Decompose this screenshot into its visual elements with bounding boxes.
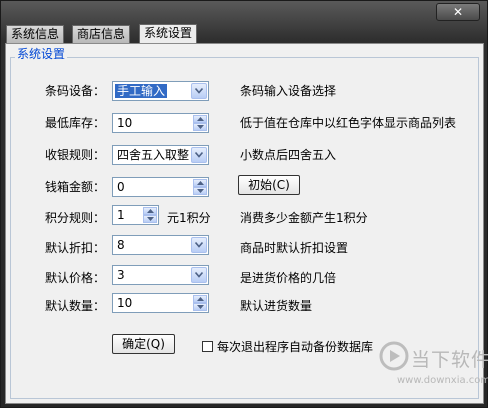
- barcode-device-value: 手工输入: [115, 84, 168, 98]
- price-multiplier-select[interactable]: 3: [112, 265, 209, 285]
- init-cash-button[interactable]: 初始(C): [238, 175, 300, 195]
- ok-button[interactable]: 确定(Q): [112, 334, 175, 354]
- tab-label: 商店信息: [77, 27, 126, 41]
- tab-store-info[interactable]: 商店信息: [72, 25, 131, 43]
- chevron-down-icon[interactable]: [191, 83, 207, 99]
- rounding-hint: 小数点后四舍五入: [240, 148, 337, 162]
- tab-system-settings[interactable]: 系统设置: [139, 24, 198, 44]
- barcode-device-select[interactable]: 手工输入: [112, 81, 209, 101]
- watermark-url: www.downxia.com: [397, 375, 488, 386]
- tab-label: 系统信息: [11, 27, 60, 41]
- chevron-down-icon[interactable]: [191, 237, 207, 253]
- tab-system-info[interactable]: 系统信息: [6, 25, 65, 43]
- points-value: 1: [117, 208, 125, 222]
- stepper-down-icon[interactable]: [143, 215, 157, 223]
- watermark-text: 当下软件园: [411, 349, 488, 371]
- discount-select[interactable]: 8: [112, 235, 209, 255]
- quantity-label: 默认数量：: [45, 299, 106, 313]
- points-stepper[interactable]: 1: [112, 205, 159, 225]
- cash-box-stepper[interactable]: 0: [112, 177, 209, 197]
- stepper-down-icon[interactable]: [193, 187, 207, 195]
- min-stock-label: 最低库存：: [45, 116, 106, 130]
- price-hint: 是进货价格的几倍: [240, 271, 337, 285]
- quantity-stepper[interactable]: 10: [112, 293, 209, 313]
- rounding-rule-select[interactable]: 四舍五入取整: [112, 145, 209, 165]
- quantity-value: 10: [117, 296, 133, 310]
- close-icon: ✕: [452, 5, 464, 19]
- stepper-up-icon[interactable]: [193, 295, 207, 303]
- barcode-label: 条码设备：: [45, 84, 106, 98]
- quantity-hint: 默认进货数量: [240, 299, 313, 313]
- rounding-rule-value: 四舍五入取整: [117, 148, 190, 162]
- barcode-hint: 条码输入设备选择: [240, 84, 337, 98]
- stepper-up-icon[interactable]: [193, 115, 207, 123]
- discount-hint: 商品时默认折扣设置: [240, 241, 349, 255]
- tab-label: 系统设置: [144, 26, 193, 40]
- points-hint: 消费多少金额产生1积分: [240, 211, 368, 225]
- price-label: 默认价格：: [45, 271, 106, 285]
- stepper-up-icon[interactable]: [143, 207, 157, 215]
- min-stock-value: 10: [117, 116, 133, 130]
- discount-value: 8: [117, 238, 125, 252]
- stepper-down-icon[interactable]: [193, 303, 207, 311]
- cash-box-value: 0: [117, 180, 125, 194]
- discount-label: 默认折扣：: [45, 241, 106, 255]
- app-window: ✕ 系统信息 商店信息 系统设置 系统设置 条码设备： 手工输入 条码输入设备选…: [0, 0, 488, 408]
- chevron-down-icon[interactable]: [191, 267, 207, 283]
- backup-checkbox[interactable]: [202, 341, 213, 352]
- close-button[interactable]: ✕: [436, 3, 480, 21]
- chevron-down-icon[interactable]: [191, 147, 207, 163]
- min-stock-stepper[interactable]: 10: [112, 113, 209, 133]
- backup-checkbox-label[interactable]: 每次退出程序自动备份数据库: [217, 340, 373, 354]
- watermark-logo-icon: [379, 341, 409, 371]
- cash-box-label: 钱箱金额：: [45, 180, 106, 194]
- watermark: 当下软件园 www.downxia.com: [379, 341, 488, 397]
- price-value: 3: [117, 268, 125, 282]
- group-title: 系统设置: [15, 47, 68, 61]
- min-stock-hint: 低于值在仓库中以红色字体显示商品列表: [240, 116, 457, 130]
- stepper-up-icon[interactable]: [193, 179, 207, 187]
- points-unit: 元1积分: [167, 211, 211, 225]
- points-label: 积分规则：: [45, 211, 106, 225]
- stepper-down-icon[interactable]: [193, 123, 207, 131]
- rounding-label: 收银规则：: [45, 148, 106, 162]
